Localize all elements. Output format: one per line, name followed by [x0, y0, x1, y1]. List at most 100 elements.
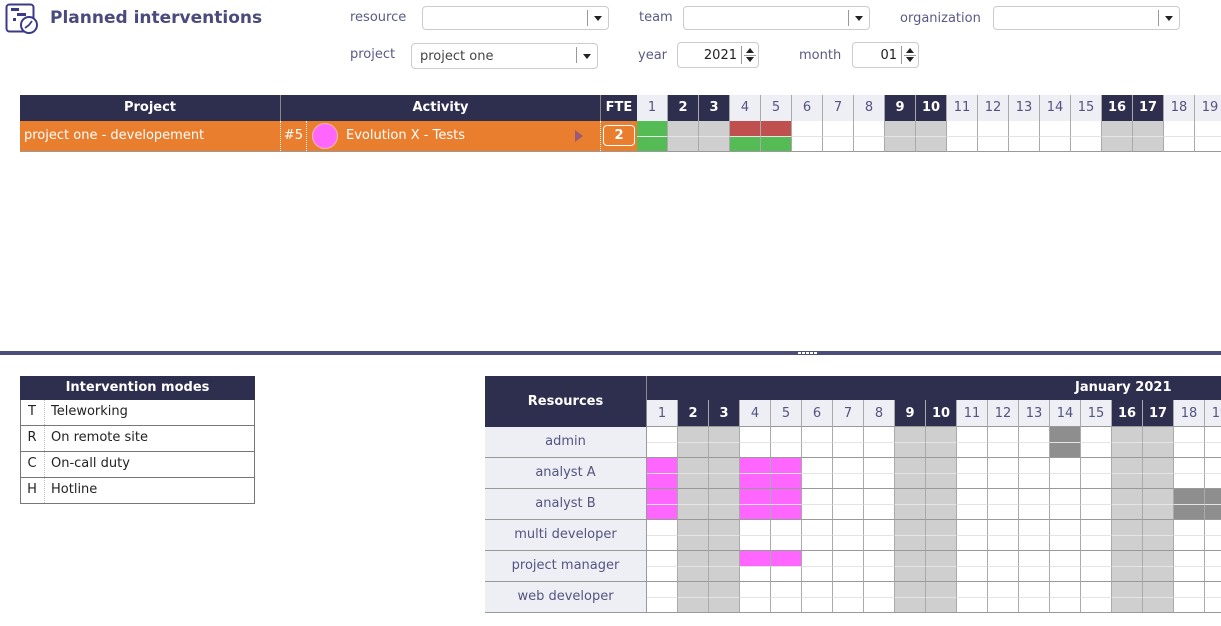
resource-day-slot[interactable]	[678, 597, 709, 613]
resource-day-slot[interactable]	[864, 582, 895, 598]
resource-day-slot[interactable]	[1205, 473, 1221, 489]
resource-day-slot[interactable]	[802, 551, 833, 567]
resource-day-slot[interactable]	[864, 442, 895, 458]
resource-day-slot[interactable]	[802, 473, 833, 489]
resource-day-slot[interactable]	[647, 535, 678, 551]
resource-day-slot[interactable]	[1081, 582, 1112, 598]
day-slot[interactable]	[854, 136, 885, 152]
resource-day-slot[interactable]	[1050, 582, 1081, 598]
resource-day-slot[interactable]	[1050, 458, 1081, 474]
chevron-down-icon[interactable]	[1165, 16, 1173, 21]
chevron-down-icon[interactable]	[583, 54, 591, 59]
resource-day-slot[interactable]	[957, 442, 988, 458]
resource-day-slot[interactable]	[864, 427, 895, 443]
spin-down-icon[interactable]	[746, 57, 754, 62]
resource-day-slot[interactable]	[802, 442, 833, 458]
resource-name[interactable]: analyst B	[485, 489, 647, 520]
day-slot[interactable]	[1164, 121, 1195, 137]
resource-day-slot[interactable]	[802, 582, 833, 598]
resource-day-slot[interactable]	[740, 597, 771, 613]
resource-day-slot[interactable]	[678, 520, 709, 536]
resource-day-slot[interactable]	[957, 566, 988, 582]
resource-day-slot[interactable]	[1143, 520, 1174, 536]
resource-day-slot[interactable]	[1050, 597, 1081, 613]
resource-day-slot[interactable]	[926, 473, 957, 489]
resource-day-slot[interactable]	[647, 566, 678, 582]
activity-row[interactable]: project one - developement #5 Evolution …	[20, 121, 637, 152]
day-slot[interactable]	[1040, 136, 1071, 152]
resource-day-slot[interactable]	[1143, 535, 1174, 551]
resource-name[interactable]: project manager	[485, 551, 647, 582]
resource-day-slot[interactable]	[957, 473, 988, 489]
resource-day-slot[interactable]	[771, 504, 802, 520]
resource-day-slot[interactable]	[647, 489, 678, 505]
resource-day-slot[interactable]	[709, 473, 740, 489]
resource-day-slot[interactable]	[740, 458, 771, 474]
day-slot[interactable]	[947, 121, 978, 137]
resource-day-slot[interactable]	[988, 520, 1019, 536]
resource-day-slot[interactable]	[802, 427, 833, 443]
resource-day-slot[interactable]	[647, 551, 678, 567]
day-slot[interactable]	[823, 136, 854, 152]
day-slot[interactable]	[916, 121, 947, 137]
resource-day-slot[interactable]	[895, 489, 926, 505]
resource-day-slot[interactable]	[1019, 504, 1050, 520]
resource-day-slot[interactable]	[740, 551, 771, 567]
resource-day-slot[interactable]	[833, 535, 864, 551]
resource-day-slot[interactable]	[957, 427, 988, 443]
resource-day-slot[interactable]	[1174, 458, 1205, 474]
resource-day-slot[interactable]	[895, 504, 926, 520]
resource-day-slot[interactable]	[833, 566, 864, 582]
resource-day-slot[interactable]	[1019, 582, 1050, 598]
resource-day-slot[interactable]	[1205, 566, 1221, 582]
resource-day-slot[interactable]	[1143, 473, 1174, 489]
resource-day-slot[interactable]	[1174, 582, 1205, 598]
resource-day-slot[interactable]	[1019, 442, 1050, 458]
resource-day-slot[interactable]	[709, 597, 740, 613]
resource-day-slot[interactable]	[1112, 551, 1143, 567]
resource-day-slot[interactable]	[1081, 427, 1112, 443]
day-slot[interactable]	[885, 136, 916, 152]
resource-day-slot[interactable]	[771, 473, 802, 489]
resource-day-slot[interactable]	[895, 473, 926, 489]
resource-name[interactable]: web developer	[485, 582, 647, 613]
day-slot[interactable]	[699, 136, 730, 152]
resource-day-slot[interactable]	[802, 458, 833, 474]
resource-day-slot[interactable]	[771, 582, 802, 598]
day-slot[interactable]	[637, 121, 668, 137]
resource-day-slot[interactable]	[957, 551, 988, 567]
day-slot[interactable]	[699, 121, 730, 137]
resource-day-slot[interactable]	[1081, 520, 1112, 536]
resource-day-slot[interactable]	[709, 504, 740, 520]
resource-day-slot[interactable]	[802, 535, 833, 551]
resource-day-slot[interactable]	[771, 520, 802, 536]
resource-day-slot[interactable]	[957, 597, 988, 613]
day-slot[interactable]	[730, 121, 761, 137]
resource-day-slot[interactable]	[740, 442, 771, 458]
resource-name[interactable]: multi developer	[485, 520, 647, 551]
resource-day-slot[interactable]	[1112, 427, 1143, 443]
resource-day-slot[interactable]	[926, 597, 957, 613]
resource-day-slot[interactable]	[926, 504, 957, 520]
resource-day-slot[interactable]	[1143, 427, 1174, 443]
resource-day-slot[interactable]	[678, 566, 709, 582]
resource-day-slot[interactable]	[1112, 489, 1143, 505]
resource-day-slot[interactable]	[1081, 551, 1112, 567]
chevron-down-icon[interactable]	[855, 16, 863, 21]
resource-day-slot[interactable]	[1174, 489, 1205, 505]
resource-day-slot[interactable]	[988, 566, 1019, 582]
project-select[interactable]: project one	[411, 43, 598, 69]
resource-day-slot[interactable]	[709, 458, 740, 474]
resource-day-slot[interactable]	[895, 597, 926, 613]
day-slot[interactable]	[1133, 136, 1164, 152]
resource-day-slot[interactable]	[802, 504, 833, 520]
resource-day-slot[interactable]	[802, 520, 833, 536]
resource-day-slot[interactable]	[1050, 551, 1081, 567]
resource-day-slot[interactable]	[1143, 458, 1174, 474]
resource-day-slot[interactable]	[771, 458, 802, 474]
resource-day-slot[interactable]	[833, 427, 864, 443]
resource-day-slot[interactable]	[957, 458, 988, 474]
resource-day-slot[interactable]	[1081, 458, 1112, 474]
day-slot[interactable]	[1102, 121, 1133, 137]
resource-day-slot[interactable]	[1019, 535, 1050, 551]
